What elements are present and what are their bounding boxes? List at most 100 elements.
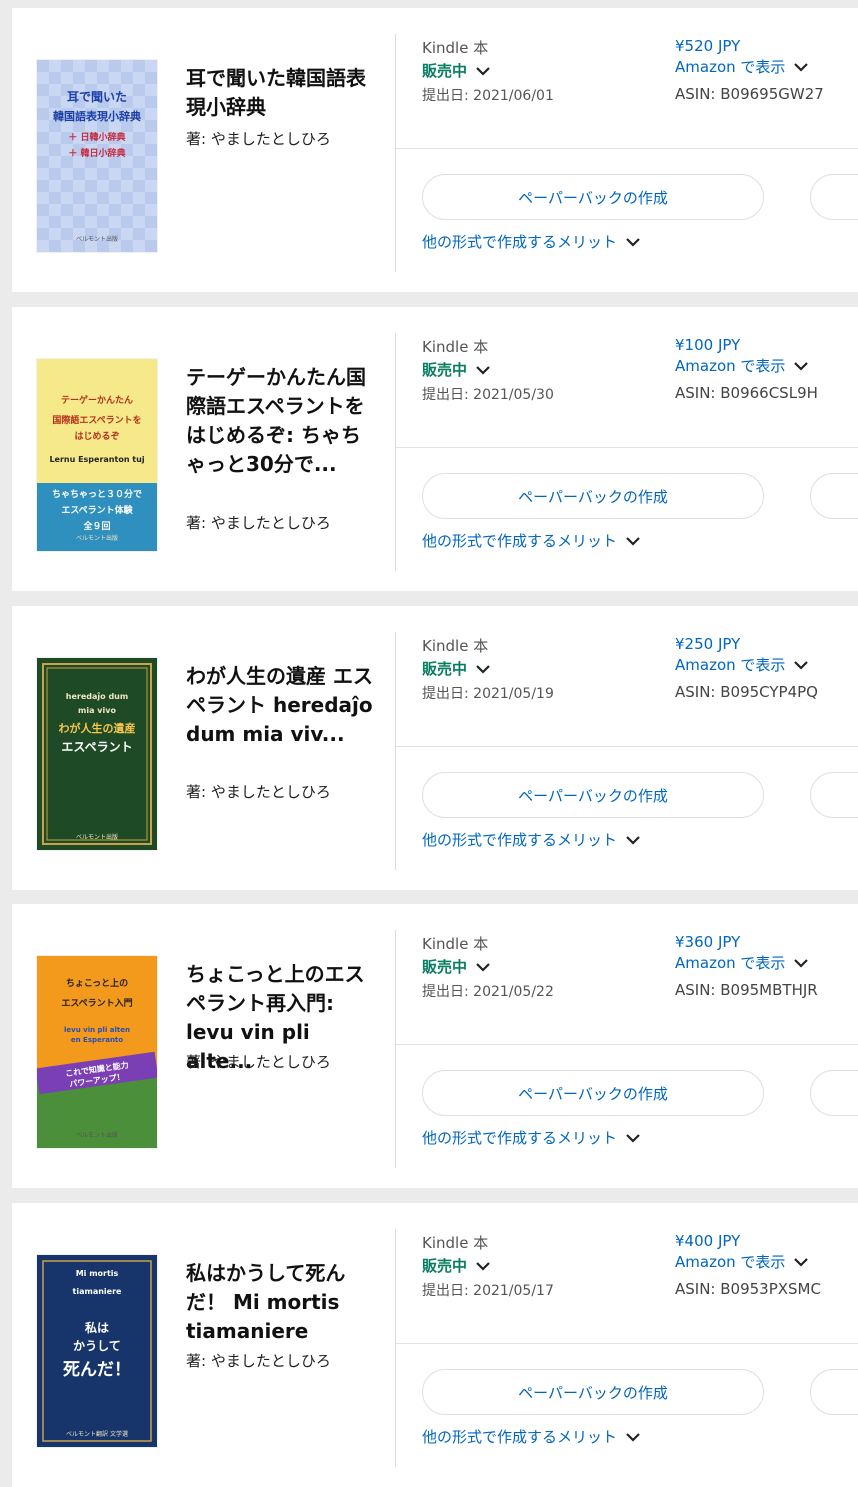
other-formats-link[interactable]: 他の形式で作成するメリット bbox=[422, 231, 641, 252]
status-dropdown[interactable]: 販売中 bbox=[422, 1255, 491, 1276]
book-title[interactable]: 耳で聞いた韓国語表現小辞典 bbox=[186, 64, 374, 122]
column-divider bbox=[395, 333, 396, 571]
view-on-amazon-link[interactable]: Amazon で表示 bbox=[675, 56, 809, 77]
secondary-action-button[interactable] bbox=[810, 473, 858, 519]
cover-text: テーゲーかんたん bbox=[60, 396, 133, 406]
column-divider bbox=[395, 1229, 396, 1467]
chevron-down-icon bbox=[793, 61, 809, 73]
book-author: 著: やましたとしひろ bbox=[186, 1053, 331, 1071]
cover-text: heredaĵo dum bbox=[65, 692, 129, 701]
cover-publisher: ベルモント出版 bbox=[75, 1132, 118, 1139]
book-cover-image[interactable]: Mi mortis tiamaniere 私は かうして 死んだ！ ベルモント翻訳 文学選 bbox=[37, 1255, 157, 1447]
cover-text: ＋ 日韓小辞典 bbox=[68, 133, 126, 143]
view-on-amazon-label: Amazon で表示 bbox=[675, 1253, 786, 1271]
view-on-amazon-label: Amazon で表示 bbox=[675, 954, 786, 972]
other-formats-label: 他の形式で作成するメリット bbox=[422, 831, 618, 849]
price-link[interactable]: ¥360 JPY bbox=[675, 933, 740, 951]
chevron-down-icon bbox=[793, 360, 809, 372]
cover-text: かうして bbox=[73, 1339, 121, 1353]
chevron-down-icon bbox=[793, 659, 809, 671]
cover-text: 韓国語表現小辞典 bbox=[53, 110, 141, 123]
other-formats-label: 他の形式で作成するメリット bbox=[422, 532, 618, 550]
book-card: heredaĵo dum mia vivo わが人生の遺産 エスペラント ベルモント出版… bbox=[12, 606, 858, 890]
book-format: Kindle 本 bbox=[422, 935, 489, 953]
submitted-date: 提出日: 2021/05/30 bbox=[422, 387, 554, 403]
section-divider bbox=[396, 1343, 858, 1344]
create-paperback-button[interactable]: ペーパーバックの作成 bbox=[422, 772, 764, 818]
price-link[interactable]: ¥400 JPY bbox=[675, 1232, 740, 1250]
view-on-amazon-link[interactable]: Amazon で表示 bbox=[675, 355, 809, 376]
price-link[interactable]: ¥250 JPY bbox=[675, 635, 740, 653]
secondary-action-button[interactable] bbox=[810, 772, 858, 818]
create-paperback-button[interactable]: ペーパーバックの作成 bbox=[422, 1369, 764, 1415]
other-formats-label: 他の形式で作成するメリット bbox=[422, 1129, 618, 1147]
cover-text: ＋ 韓日小辞典 bbox=[68, 149, 126, 159]
chevron-down-icon bbox=[475, 961, 491, 973]
book-format: Kindle 本 bbox=[422, 637, 489, 655]
section-divider bbox=[396, 447, 858, 448]
status-dropdown[interactable]: 販売中 bbox=[422, 359, 491, 380]
view-on-amazon-link[interactable]: Amazon で表示 bbox=[675, 654, 809, 675]
create-paperback-button[interactable]: ペーパーバックの作成 bbox=[422, 174, 764, 220]
book-format: Kindle 本 bbox=[422, 39, 489, 57]
view-on-amazon-link[interactable]: Amazon で表示 bbox=[675, 952, 809, 973]
other-formats-link[interactable]: 他の形式で作成するメリット bbox=[422, 829, 641, 850]
book-title[interactable]: わが人生の遺産 エスペラント heredaĵo dum mia viv... bbox=[186, 662, 374, 749]
cover-text: en Esperanto bbox=[70, 1036, 124, 1044]
book-author: 著: やましたとしひろ bbox=[186, 514, 331, 532]
view-on-amazon-link[interactable]: Amazon で表示 bbox=[675, 1251, 809, 1272]
other-formats-link[interactable]: 他の形式で作成するメリット bbox=[422, 1426, 641, 1447]
book-cover-image[interactable]: ちょこっと上の エスペラント入門 levu vin pli alten en Espe… bbox=[37, 956, 157, 1148]
cover-text: tiamaniere bbox=[72, 1287, 122, 1296]
status-dropdown[interactable]: 販売中 bbox=[422, 60, 491, 81]
other-formats-link[interactable]: 他の形式で作成するメリット bbox=[422, 1127, 641, 1148]
create-paperback-button[interactable]: ペーパーバックの作成 bbox=[422, 473, 764, 519]
chevron-down-icon bbox=[793, 957, 809, 969]
status-dropdown[interactable]: 販売中 bbox=[422, 956, 491, 977]
cover-text: ちょこっと上の bbox=[65, 979, 129, 989]
cover-text: mia vivo bbox=[78, 706, 116, 715]
view-on-amazon-label: Amazon で表示 bbox=[675, 656, 786, 674]
book-card: Mi mortis tiamaniere 私は かうして 死んだ！ ベルモント翻訳 文学選… bbox=[12, 1203, 858, 1487]
cover-text: 耳で聞いた bbox=[66, 90, 127, 104]
chevron-down-icon bbox=[625, 834, 641, 846]
view-on-amazon-label: Amazon で表示 bbox=[675, 357, 786, 375]
status-label: 販売中 bbox=[422, 62, 468, 80]
book-cover-image[interactable]: 耳で聞いた 韓国語表現小辞典 ＋ 日韓小辞典 ＋ 韓日小辞典 ベルモント出版 bbox=[37, 60, 157, 252]
cover-band-text: 全９回 bbox=[83, 522, 111, 532]
book-author: 著: やましたとしひろ bbox=[186, 130, 331, 148]
create-paperback-button[interactable]: ペーパーバックの作成 bbox=[422, 1070, 764, 1116]
status-dropdown[interactable]: 販売中 bbox=[422, 658, 491, 679]
section-divider bbox=[396, 148, 858, 149]
column-divider bbox=[395, 34, 396, 272]
cover-band-text: エスペラント体験 bbox=[61, 506, 133, 516]
chevron-down-icon bbox=[625, 535, 641, 547]
price-link[interactable]: ¥520 JPY bbox=[675, 37, 740, 55]
book-title[interactable]: 私はかうして死んだ！ Mi mortis tiamaniere bbox=[186, 1259, 374, 1346]
chevron-down-icon bbox=[475, 1260, 491, 1272]
other-formats-link[interactable]: 他の形式で作成するメリット bbox=[422, 530, 641, 551]
book-cover-image[interactable]: heredaĵo dum mia vivo わが人生の遺産 エスペラント ベルモント出版 bbox=[37, 658, 157, 850]
submitted-date: 提出日: 2021/06/01 bbox=[422, 88, 554, 104]
price-link[interactable]: ¥100 JPY bbox=[675, 336, 740, 354]
book-list: 耳で聞いた 韓国語表現小辞典＋ 日韓小辞典＋ 韓日小辞典 ベルモント出版 耳で聞いた韓… bbox=[0, 0, 858, 1487]
cover-text: levu vin pli alten bbox=[64, 1026, 130, 1034]
cover-text: 死んだ！ bbox=[63, 1360, 131, 1380]
cover-text: Mi mortis bbox=[75, 1269, 119, 1278]
asin-text: ASIN: B095MBTHJR bbox=[675, 981, 818, 999]
cover-text: はじめるぞ bbox=[74, 432, 120, 442]
cover-text: Lernu Esperanton tuj bbox=[49, 455, 145, 464]
book-cover-image[interactable]: テーゲーかんたん 国際語エスペラントを はじめるぞ Lernu Esperanton … bbox=[37, 359, 157, 551]
book-title[interactable]: テーゲーかんたん国際語エスペラントをはじめるぞ: ちゃちゃっと30分で... bbox=[186, 363, 374, 479]
secondary-action-button[interactable] bbox=[810, 174, 858, 220]
view-on-amazon-label: Amazon で表示 bbox=[675, 58, 786, 76]
cover-text: 私は bbox=[84, 1321, 109, 1335]
submitted-date: 提出日: 2021/05/17 bbox=[422, 1283, 554, 1299]
book-card: ちょこっと上の エスペラント入門 levu vin pli alten en Espe… bbox=[12, 904, 858, 1188]
chevron-down-icon bbox=[475, 364, 491, 376]
status-label: 販売中 bbox=[422, 660, 468, 678]
asin-text: ASIN: B095CYP4PQ bbox=[675, 683, 818, 701]
submitted-date: 提出日: 2021/05/19 bbox=[422, 686, 554, 702]
secondary-action-button[interactable] bbox=[810, 1369, 858, 1415]
secondary-action-button[interactable] bbox=[810, 1070, 858, 1116]
